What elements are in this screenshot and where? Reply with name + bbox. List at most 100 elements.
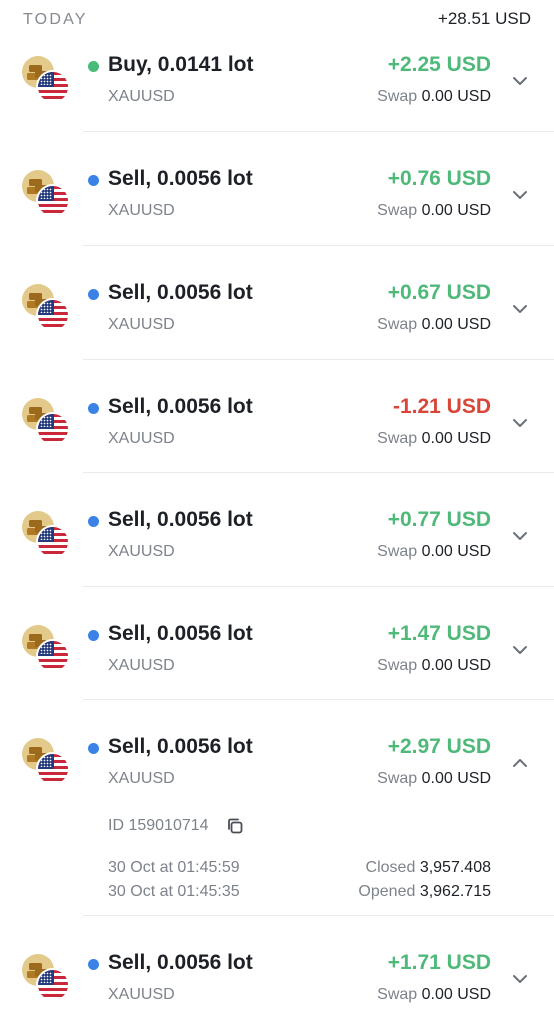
sell-indicator-dot bbox=[88, 743, 99, 754]
copy-icon[interactable] bbox=[226, 817, 244, 835]
swap-label: Swap bbox=[377, 543, 418, 560]
trade-title: Sell, 0.0056 lot bbox=[108, 735, 253, 758]
instrument-icon bbox=[22, 56, 70, 104]
swap-value: 0.00 USD bbox=[421, 657, 491, 674]
trade-title: Sell, 0.0056 lot bbox=[108, 951, 253, 974]
chevron-down-icon[interactable] bbox=[511, 970, 529, 988]
us-flag-icon bbox=[36, 639, 70, 673]
instrument-icon bbox=[22, 511, 70, 559]
swap-value: 0.00 USD bbox=[421, 986, 491, 1003]
trade-title: Buy, 0.0141 lot bbox=[108, 53, 254, 76]
sell-indicator-dot bbox=[88, 630, 99, 641]
chevron-down-icon[interactable] bbox=[511, 186, 529, 204]
opened-price-label: Opened bbox=[358, 883, 416, 900]
trade-id: ID 159010714 bbox=[108, 817, 209, 834]
chevron-down-icon[interactable] bbox=[511, 641, 529, 659]
us-flag-icon bbox=[36, 70, 70, 104]
instrument-icon bbox=[22, 738, 70, 786]
swap-value: 0.00 USD bbox=[421, 316, 491, 333]
sell-indicator-dot bbox=[88, 516, 99, 527]
chevron-down-icon[interactable] bbox=[511, 300, 529, 318]
instrument-icon bbox=[22, 625, 70, 673]
trade-symbol: XAUUSD bbox=[108, 543, 175, 560]
opened-price-value: 3,962.715 bbox=[419, 883, 491, 900]
swap-label: Swap bbox=[377, 986, 418, 1003]
trade-title: Sell, 0.0056 lot bbox=[108, 167, 253, 190]
swap-label: Swap bbox=[377, 88, 418, 105]
trade-swap: Swap 0.00 USD bbox=[377, 657, 491, 675]
instrument-icon bbox=[22, 284, 70, 332]
swap-label: Swap bbox=[377, 657, 418, 674]
us-flag-icon bbox=[36, 525, 70, 559]
trade-symbol: XAUUSD bbox=[108, 770, 175, 787]
trade-pnl: +0.67 USD bbox=[387, 281, 491, 304]
trade-swap: Swap 0.00 USD bbox=[377, 430, 491, 448]
trade-row[interactable]: Buy, 0.0141 lot XAUUSD +2.25 USD Swap 0.00 … bbox=[0, 38, 554, 132]
trade-row[interactable]: Sell, 0.0056 lot XAUUSD +0.76 USD Swap 0.00… bbox=[0, 132, 554, 246]
swap-label: Swap bbox=[377, 770, 418, 787]
section-header: TODAY +28.51 USD bbox=[0, 0, 554, 38]
trade-title: Sell, 0.0056 lot bbox=[108, 622, 253, 645]
closed-price-value: 3,957.408 bbox=[419, 859, 491, 876]
trade-title: Sell, 0.0056 lot bbox=[108, 281, 253, 304]
trade-title: Sell, 0.0056 lot bbox=[108, 508, 253, 531]
section-total: +28.51 USD bbox=[437, 9, 531, 28]
chevron-down-icon[interactable] bbox=[511, 527, 529, 545]
trade-row[interactable]: Sell, 0.0056 lot XAUUSD -1.21 USD Swap 0.00… bbox=[0, 360, 554, 473]
trade-pnl: +2.25 USD bbox=[387, 53, 491, 76]
opened-price: Opened 3,962.715 bbox=[358, 883, 491, 901]
trade-row[interactable]: Sell, 0.0056 lot XAUUSD +2.97 USD Swap 0.00… bbox=[0, 700, 554, 916]
buy-indicator-dot bbox=[88, 61, 99, 72]
trade-symbol: XAUUSD bbox=[108, 430, 175, 447]
closed-price-label: Closed bbox=[365, 859, 416, 876]
sell-indicator-dot bbox=[88, 959, 99, 970]
trade-symbol: XAUUSD bbox=[108, 657, 175, 674]
trade-swap: Swap 0.00 USD bbox=[377, 88, 491, 106]
us-flag-icon bbox=[36, 184, 70, 218]
swap-value: 0.00 USD bbox=[421, 88, 491, 105]
trade-pnl: +0.76 USD bbox=[387, 167, 491, 190]
trade-row[interactable]: Sell, 0.0056 lot XAUUSD +1.47 USD Swap 0.00… bbox=[0, 587, 554, 700]
swap-value: 0.00 USD bbox=[421, 430, 491, 447]
sell-indicator-dot bbox=[88, 175, 99, 186]
swap-label: Swap bbox=[377, 430, 418, 447]
swap-value: 0.00 USD bbox=[421, 543, 491, 560]
us-flag-icon bbox=[36, 412, 70, 446]
us-flag-icon bbox=[36, 968, 70, 1002]
trade-pnl: +1.71 USD bbox=[387, 951, 491, 974]
trade-row[interactable]: Sell, 0.0056 lot XAUUSD +0.77 USD Swap 0.00… bbox=[0, 473, 554, 587]
sell-indicator-dot bbox=[88, 289, 99, 300]
opened-time: 30 Oct at 01:45:35 bbox=[108, 883, 240, 900]
chevron-up-icon[interactable] bbox=[511, 754, 529, 772]
trade-pnl: -1.21 USD bbox=[392, 395, 491, 418]
trade-swap: Swap 0.00 USD bbox=[377, 986, 491, 1004]
trade-row[interactable]: Sell, 0.0056 lot XAUUSD +0.67 USD Swap 0.00… bbox=[0, 246, 554, 360]
trade-pnl: +0.77 USD bbox=[387, 508, 491, 531]
trade-row[interactable]: Sell, 0.0056 lot XAUUSD +1.71 USD Swap 0.00… bbox=[0, 916, 554, 1024]
trade-symbol: XAUUSD bbox=[108, 316, 175, 333]
section-title: TODAY bbox=[23, 11, 88, 28]
sell-indicator-dot bbox=[88, 403, 99, 414]
trade-symbol: XAUUSD bbox=[108, 986, 175, 1003]
closed-time: 30 Oct at 01:45:59 bbox=[108, 859, 240, 876]
swap-value: 0.00 USD bbox=[421, 202, 491, 219]
trade-swap: Swap 0.00 USD bbox=[377, 543, 491, 561]
us-flag-icon bbox=[36, 298, 70, 332]
swap-label: Swap bbox=[377, 316, 418, 333]
instrument-icon bbox=[22, 954, 70, 1002]
trade-pnl: +1.47 USD bbox=[387, 622, 491, 645]
trade-title: Sell, 0.0056 lot bbox=[108, 395, 253, 418]
chevron-down-icon[interactable] bbox=[511, 414, 529, 432]
instrument-icon bbox=[22, 398, 70, 446]
chevron-down-icon[interactable] bbox=[511, 72, 529, 90]
trade-swap: Swap 0.00 USD bbox=[377, 770, 491, 788]
trade-pnl: +2.97 USD bbox=[387, 735, 491, 758]
trade-swap: Swap 0.00 USD bbox=[377, 202, 491, 220]
closed-price: Closed 3,957.408 bbox=[366, 859, 491, 877]
trade-swap: Swap 0.00 USD bbox=[377, 316, 491, 334]
swap-value: 0.00 USD bbox=[421, 770, 491, 787]
trade-symbol: XAUUSD bbox=[108, 88, 175, 105]
us-flag-icon bbox=[36, 752, 70, 786]
swap-label: Swap bbox=[377, 202, 418, 219]
trade-symbol: XAUUSD bbox=[108, 202, 175, 219]
